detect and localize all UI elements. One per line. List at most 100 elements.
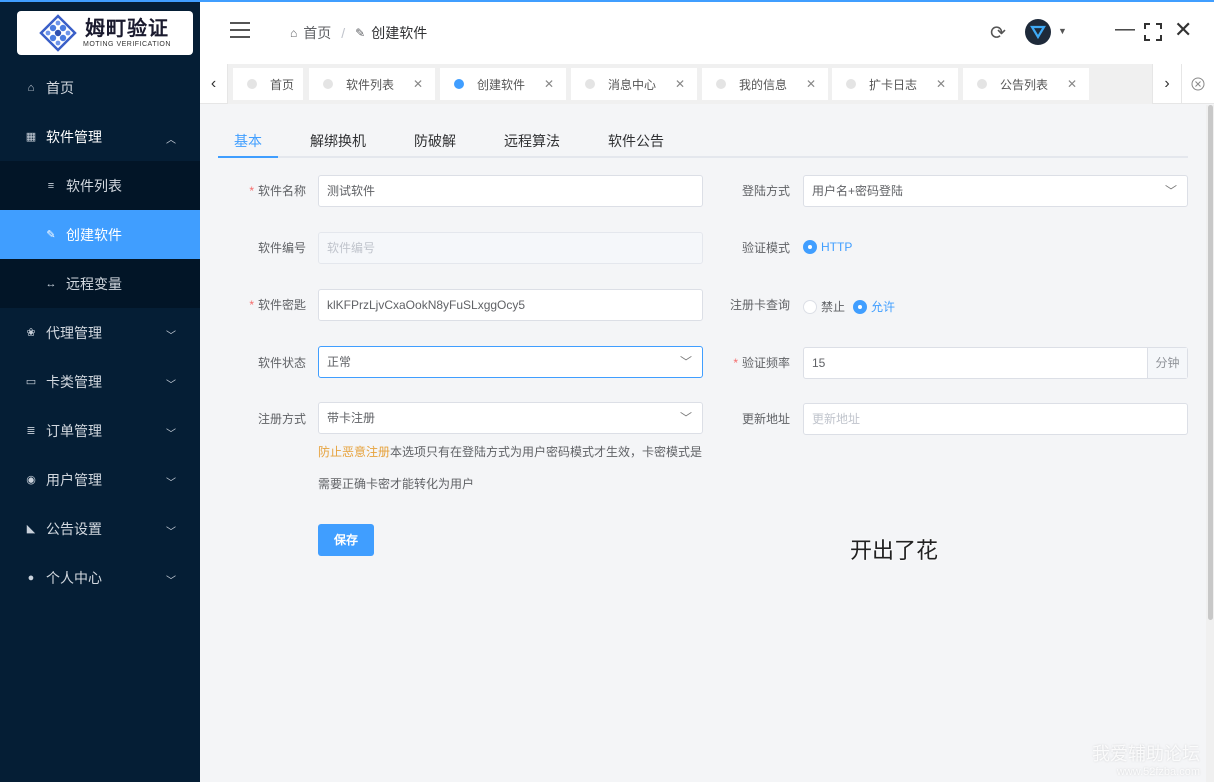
radio-checked-icon	[803, 240, 817, 254]
watermark-line2: www.52fzba.com	[1116, 766, 1200, 778]
logo-title: 姆町验证	[84, 17, 169, 40]
breadcrumb-home[interactable]: 首页	[303, 23, 331, 43]
tab-software-announcement[interactable]: 软件公告	[608, 131, 664, 158]
sidebar-item-software-list[interactable]: ≡ 软件列表	[0, 161, 200, 210]
breadcrumb-current: 创建软件	[371, 25, 428, 41]
software-name-input[interactable]: 测试软件	[318, 175, 703, 207]
verify-freq-value: 15	[812, 356, 826, 370]
tab-label: 首页	[270, 77, 295, 92]
logo: 姆町验证 MOTING VERIFICATION	[17, 11, 193, 55]
verify-freq-input[interactable]: 15 分钟	[803, 347, 1188, 379]
tab-close-icon[interactable]: ✕	[675, 77, 685, 91]
register-mode-select[interactable]: 带卡注册 ﹀	[318, 402, 703, 434]
fullscreen-icon[interactable]	[1144, 23, 1162, 41]
tab-message-center[interactable]: 消息中心 ✕	[571, 68, 697, 100]
tabs-scroll-right-icon[interactable]: ›	[1152, 64, 1182, 104]
close-icon[interactable]: ✕	[1174, 18, 1192, 42]
tab-software-list[interactable]: 软件列表 ✕	[309, 68, 435, 100]
avatar[interactable]	[1025, 19, 1051, 45]
update-url-input[interactable]: 更新地址	[803, 403, 1188, 435]
minimize-icon[interactable]: —	[1115, 18, 1135, 41]
software-id-input: 软件编号	[318, 232, 703, 264]
sidebar-item-remote-variables[interactable]: ↔ 远程变量	[0, 259, 200, 308]
main-content: 基本 解绑换机 防破解 远程算法 软件公告 * 软件名称 测试软件 软件编号 软件…	[200, 105, 1206, 782]
sidebar: 姆町验证 MOTING VERIFICATION ⌂ 首页 ▦ 软件管理 ︿ ≡…	[0, 2, 200, 782]
sidebar-item-create-software[interactable]: ✎ 创建软件	[0, 210, 200, 259]
tab-unbind[interactable]: 解绑换机	[310, 131, 366, 158]
tab-label: 消息中心	[608, 77, 657, 92]
person-icon: ●	[27, 571, 35, 584]
tab-close-icon[interactable]: ✕	[936, 77, 946, 91]
chevron-down-icon: ﹀	[679, 411, 692, 425]
verify-freq-label: * 验证频率	[733, 356, 790, 370]
chevron-up-icon: ︿	[166, 135, 176, 146]
login-mode-select[interactable]: 用户名+密码登陆 ﹀	[803, 175, 1188, 207]
tab-remote-algorithm[interactable]: 远程算法	[504, 131, 560, 158]
tab-expand-card-log[interactable]: 扩卡日志 ✕	[832, 68, 958, 100]
watermark-line1: 我爱辅助论坛	[1092, 744, 1200, 764]
tab-close-icon[interactable]: ✕	[1067, 77, 1077, 91]
tab-announcement-list[interactable]: 公告列表 ✕	[963, 68, 1089, 100]
card-query-label: 注册卡查询	[729, 298, 790, 312]
caret-down-icon[interactable]: ▼	[1058, 26, 1067, 36]
card-query-forbid-radio[interactable]: 禁止	[803, 298, 845, 315]
tab-dot-icon	[846, 79, 856, 89]
grid-icon: ▦	[25, 131, 37, 143]
group-icon: ❀	[26, 327, 36, 339]
register-mode-value: 带卡注册	[327, 411, 376, 425]
tab-anti-crack[interactable]: 防破解	[414, 131, 456, 158]
tab-label: 公告列表	[1000, 77, 1049, 92]
card-query-allow-radio[interactable]: 允许	[853, 298, 895, 315]
tabs-scroll-left-icon[interactable]: ‹	[200, 64, 228, 104]
tab-close-icon[interactable]: ✕	[806, 77, 816, 91]
tabs-bar: ‹ 首页 软件列表 ✕ 创建软件 ✕ 消息中心 ✕ 我的信息 ✕ 扩卡日志 ✕ …	[200, 64, 1214, 104]
chevron-down-icon: ﹀	[166, 478, 176, 489]
sidebar-item-label: 远程变量	[66, 275, 122, 292]
save-button[interactable]: 保存	[318, 524, 374, 556]
breadcrumb: ⌂ 首页 / ✎ 创建软件	[290, 23, 427, 43]
software-status-select[interactable]: 正常 ﹀	[318, 346, 703, 378]
tab-close-icon[interactable]: ✕	[544, 77, 554, 91]
tab-close-icon[interactable]: ✕	[413, 77, 423, 91]
sidebar-item-label: 个人中心	[46, 569, 102, 586]
required-mark: *	[733, 356, 738, 370]
sidebar-item-announcement-settings[interactable]: ◣ 公告设置 ﹀	[0, 504, 200, 553]
sidebar-item-software-management[interactable]: ▦ 软件管理 ︿	[0, 112, 200, 161]
software-id-label: 软件编号	[257, 241, 306, 255]
sidebar-item-personal-center[interactable]: ● 个人中心 ﹀	[0, 553, 200, 602]
radio-unchecked-icon	[803, 299, 817, 314]
sidebar-item-user-management[interactable]: ◉ 用户管理 ﹀	[0, 455, 200, 504]
sidebar-item-label: 公告设置	[46, 520, 102, 537]
scrollbar-thumb[interactable]	[1208, 105, 1213, 620]
hamburger-menu-icon[interactable]	[230, 22, 250, 38]
close-all-tabs-icon[interactable]	[1182, 64, 1214, 104]
radio-checked-icon	[853, 299, 867, 314]
refresh-icon[interactable]: ⟳	[990, 22, 1006, 45]
sidebar-item-home[interactable]: ⌂ 首页	[0, 63, 200, 112]
tab-my-info[interactable]: 我的信息 ✕	[702, 68, 828, 100]
verify-mode-http-radio[interactable]: HTTP	[803, 240, 852, 254]
chevron-down-icon: ﹀	[166, 380, 176, 391]
software-status-label: 软件状态	[257, 356, 306, 370]
sidebar-item-agent-management[interactable]: ❀ 代理管理 ﹀	[0, 308, 200, 357]
register-hint-warning: 防止恶意注册	[318, 445, 391, 459]
chevron-down-icon: ﹀	[1164, 184, 1177, 198]
sidebar-item-label: 首页	[46, 79, 74, 96]
code-icon: ↔	[45, 277, 57, 290]
tab-create-software[interactable]: 创建软件 ✕	[440, 68, 566, 100]
required-mark: *	[249, 298, 254, 312]
sidebar-item-label: 软件管理	[46, 128, 102, 145]
tab-home[interactable]: 首页	[233, 68, 303, 100]
tab-basic[interactable]: 基本	[234, 131, 262, 158]
sidebar-item-label: 订单管理	[46, 422, 102, 439]
tab-dot-icon	[247, 79, 257, 89]
software-key-input[interactable]: klKFPrzLjvCxaOokN8yFuSLxggOcy5	[318, 289, 703, 321]
chevron-down-icon: ﹀	[166, 331, 176, 342]
sidebar-item-label: 创建软件	[66, 226, 122, 243]
software-status-value: 正常	[327, 355, 352, 369]
tab-label: 软件列表	[346, 77, 395, 92]
chevron-down-icon: ﹀	[166, 429, 176, 440]
sidebar-item-order-management[interactable]: ≣ 订单管理 ﹀	[0, 406, 200, 455]
logo-mark-icon	[39, 14, 77, 52]
sidebar-item-card-management[interactable]: ▭ 卡类管理 ﹀	[0, 357, 200, 406]
